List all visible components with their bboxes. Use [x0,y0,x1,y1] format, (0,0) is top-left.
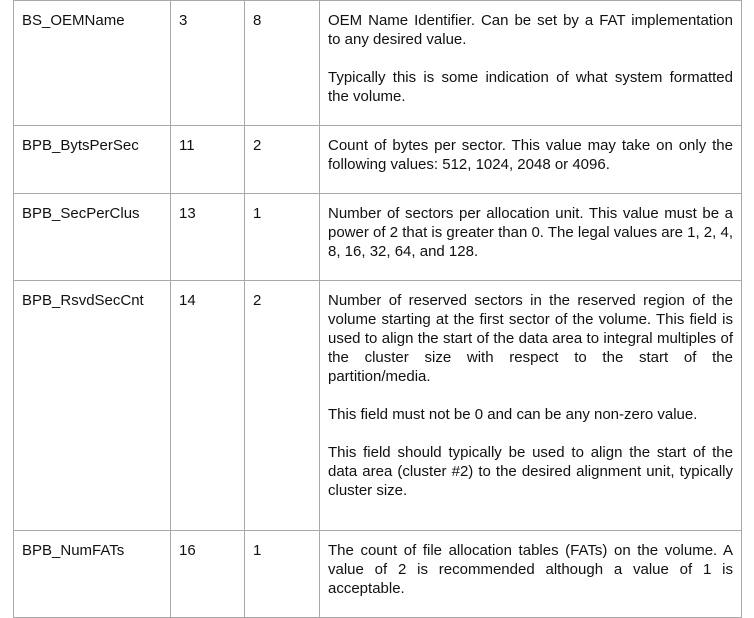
field-description: Number of reserved sectors in the reserv… [319,280,742,531]
field-size: 8 [244,0,320,126]
field-name: BPB_BytsPerSec [13,125,171,194]
field-name: BPB_SecPerClus [13,193,171,281]
field-name: BPB_RsvdSecCnt [13,280,171,531]
description-paragraph: This field must not be 0 and can be any … [328,406,698,423]
field-name: BS_OEMName [13,0,171,126]
description-paragraph: Typically this is some indication of wha… [328,69,733,105]
field-size: 2 [244,280,320,531]
field-description: OEM Name Identifier. Can be set by a FAT… [319,0,742,126]
field-offset: 3 [170,0,245,126]
description-paragraph: Count of bytes per sector. This value ma… [328,137,733,173]
field-description: The count of file allocation tables (FAT… [319,530,742,618]
description-paragraph: The count of file allocation tables (FAT… [328,542,733,597]
table-row: BPB_RsvdSecCnt 14 2 Number of reserved s… [13,280,742,531]
field-size: 1 [244,530,320,618]
table-row: BS_OEMName 3 8 OEM Name Identifier. Can … [13,0,742,126]
table-row: BPB_BytsPerSec 11 2 Count of bytes per s… [13,125,742,194]
table-row: BPB_NumFATs 16 1 The count of file alloc… [13,530,742,618]
field-description: Number of sectors per allocation unit. T… [319,193,742,281]
field-offset: 13 [170,193,245,281]
field-description: Count of bytes per sector. This value ma… [319,125,742,194]
description-paragraph: This field should typically be used to a… [328,444,733,499]
field-offset: 16 [170,530,245,618]
field-size: 2 [244,125,320,194]
field-offset: 11 [170,125,245,194]
description-paragraph: Number of reserved sectors in the reserv… [328,292,733,385]
table-row: BPB_SecPerClus 13 1 Number of sectors pe… [13,193,742,281]
description-paragraph: Number of sectors per allocation unit. T… [328,205,733,260]
field-offset: 14 [170,280,245,531]
field-size: 1 [244,193,320,281]
field-name: BPB_NumFATs [13,530,171,618]
description-paragraph: OEM Name Identifier. Can be set by a FAT… [328,12,733,48]
boot-sector-fields-table: BS_OEMName 3 8 OEM Name Identifier. Can … [13,0,742,618]
